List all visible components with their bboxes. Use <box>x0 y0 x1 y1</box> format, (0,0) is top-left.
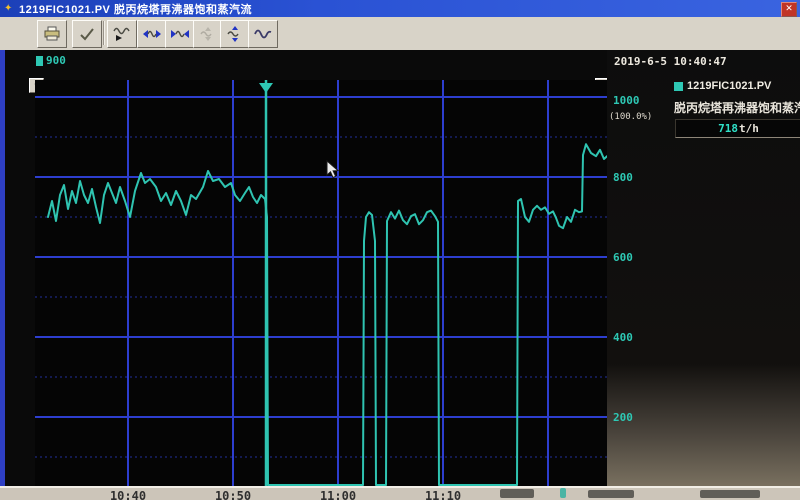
window-title: 1219FIC1021.PV 脱丙烷塔再沸器饱和蒸汽流 <box>19 1 252 17</box>
current-value: 718 <box>718 122 738 135</box>
pen-value: 900 <box>46 54 66 67</box>
wave-button[interactable] <box>248 20 278 48</box>
compress-x-icon <box>170 26 190 42</box>
print-button[interactable] <box>37 20 67 48</box>
check-icon <box>77 26 97 42</box>
photo-artifact <box>560 488 566 498</box>
expand-y-icon <box>225 26 245 42</box>
legend-item[interactable]: 1219FIC1021.PV <box>674 80 771 92</box>
close-button[interactable]: ✕ <box>781 2 797 17</box>
y-axis-tick: 400 <box>613 331 653 344</box>
tag-description: 脱丙烷塔再沸器饱和蒸汽流 <box>674 99 800 116</box>
y-axis-tick: 1000 <box>613 94 653 107</box>
y-axis-tick: 800 <box>613 171 653 184</box>
trend-play-button[interactable] <box>107 20 137 48</box>
expand-x-icon <box>142 26 162 42</box>
photo-artifact <box>588 490 634 498</box>
photo-artifact <box>500 489 534 498</box>
time-cursor-marker-icon[interactable] <box>259 83 273 93</box>
application-window: ✦ 1219FIC1021.PV 脱丙烷塔再沸器饱和蒸汽流 ✕ <box>0 0 800 500</box>
compress-x-button[interactable] <box>165 20 195 48</box>
x-axis-tick: 10:40 <box>106 489 150 500</box>
app-diamond-icon: ✦ <box>4 4 14 14</box>
tag-name: 1219FIC1021.PV <box>687 80 771 92</box>
wave-icon <box>253 26 273 42</box>
y-axis-tick: 200 <box>613 411 653 424</box>
trend-chart-canvas[interactable] <box>35 80 607 486</box>
current-value-box: 718 t/h <box>675 119 800 138</box>
toolbar <box>0 17 800 51</box>
current-datetime: 2019-6-5 10:40:47 <box>614 55 727 68</box>
y-axis-percent-label: (100.0%) <box>609 112 652 122</box>
window-frame-left <box>0 50 5 487</box>
trend-plot[interactable] <box>35 80 607 486</box>
print-icon <box>42 26 62 42</box>
pen-indicator: 900 <box>36 54 66 67</box>
title-bar[interactable]: ✦ 1219FIC1021.PV 脱丙烷塔再沸器饱和蒸汽流 ✕ <box>0 0 800 17</box>
trend-play-icon <box>112 26 132 42</box>
x-axis-tick: 11:10 <box>421 489 465 500</box>
value-unit: t/h <box>739 122 759 135</box>
expand-x-button[interactable] <box>137 20 167 48</box>
y-axis-tick: 600 <box>613 251 653 264</box>
expand-y-button[interactable] <box>220 20 250 48</box>
x-axis-tick: 10:50 <box>211 489 255 500</box>
legend-color-swatch-icon <box>674 82 683 91</box>
compress-y-icon <box>198 26 218 42</box>
confirm-button[interactable] <box>72 20 102 48</box>
toolbar-separator <box>103 21 105 45</box>
mouse-cursor-icon <box>326 160 339 179</box>
x-axis-tick: 11:00 <box>316 489 360 500</box>
pen-color-chip-icon <box>36 56 43 66</box>
compress-y-button[interactable] <box>193 20 223 48</box>
photo-artifact <box>700 490 760 498</box>
